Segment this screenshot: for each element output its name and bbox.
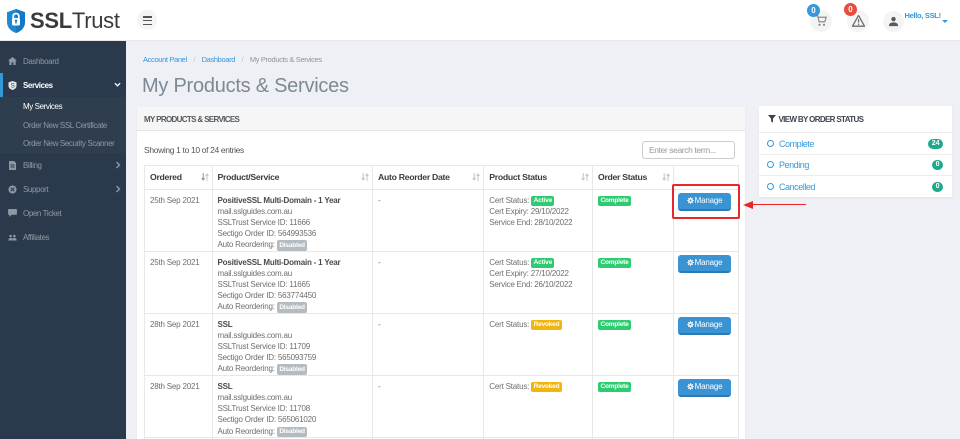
svg-text:S: S bbox=[11, 83, 15, 89]
